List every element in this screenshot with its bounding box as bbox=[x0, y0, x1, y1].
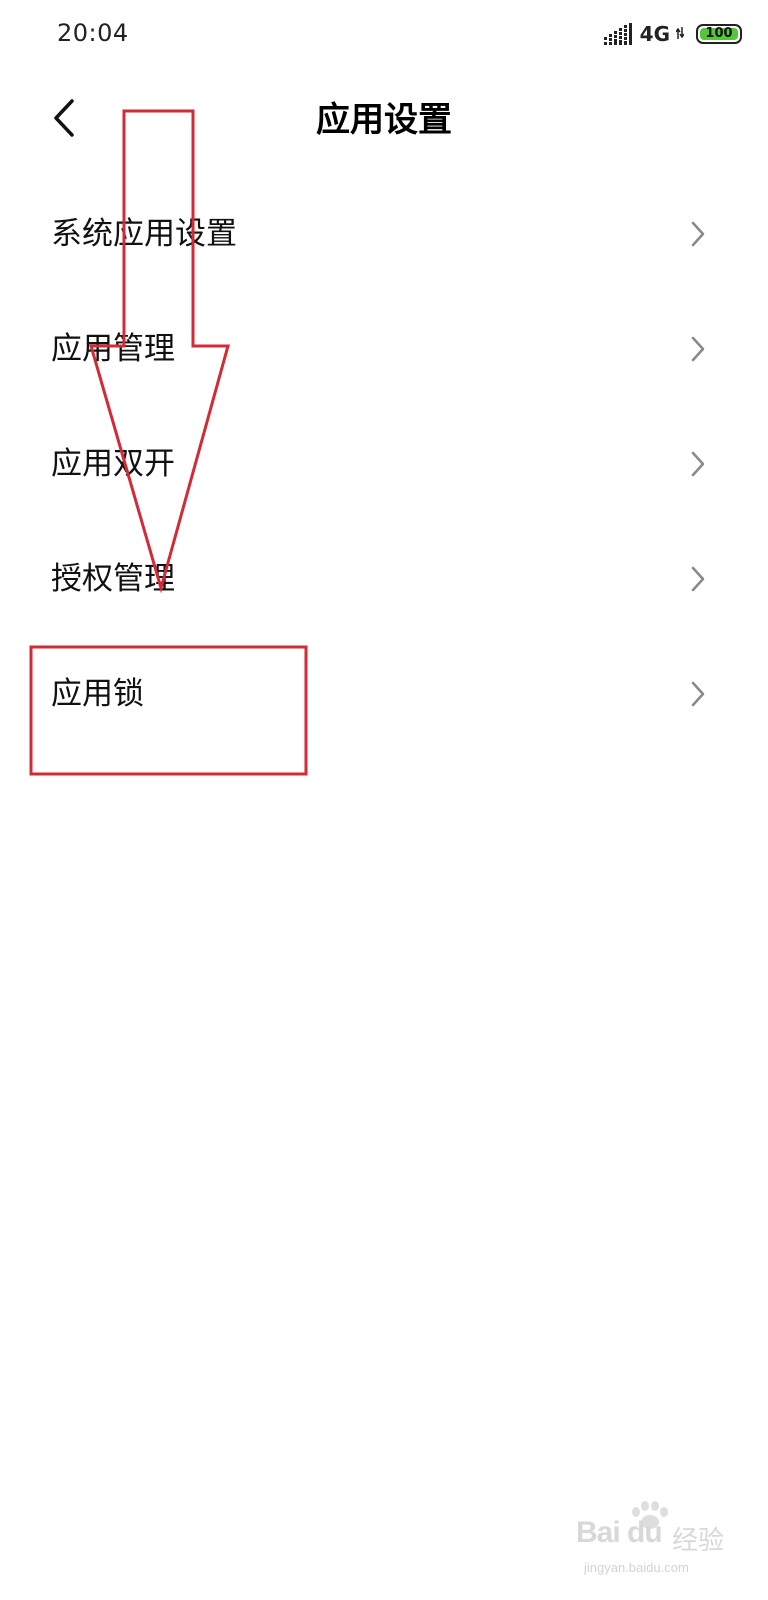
list-item-label: 系统应用设置 bbox=[51, 215, 237, 252]
data-activity-icon bbox=[675, 25, 685, 44]
chevron-right-icon bbox=[690, 680, 706, 708]
status-time: 20:04 bbox=[57, 19, 129, 47]
battery-icon: 100 bbox=[696, 24, 742, 44]
battery-level: 100 bbox=[705, 26, 733, 41]
list-item-system-app-settings[interactable]: 系统应用设置 bbox=[0, 176, 768, 291]
network-type: 4G bbox=[639, 22, 670, 46]
settings-list: 系统应用设置 应用管理 应用双开 授权管理 应用锁 bbox=[0, 176, 768, 751]
watermark-url: jingyan.baidu.com bbox=[584, 1560, 689, 1575]
status-bar: 20:04 4G 100 bbox=[0, 0, 768, 66]
watermark-brand-cn: 经验 bbox=[672, 1526, 725, 1556]
list-item-label: 授权管理 bbox=[51, 560, 175, 597]
app-header: 应用设置 bbox=[0, 80, 768, 160]
list-item-app-lock[interactable]: 应用锁 bbox=[0, 636, 768, 751]
list-item-app-management[interactable]: 应用管理 bbox=[0, 291, 768, 406]
list-item-dual-apps[interactable]: 应用双开 bbox=[0, 406, 768, 521]
chevron-right-icon bbox=[690, 450, 706, 478]
list-item-label: 应用管理 bbox=[51, 330, 175, 367]
signal-bars-icon bbox=[603, 23, 634, 45]
list-item-label: 应用双开 bbox=[51, 445, 175, 482]
chevron-right-icon bbox=[690, 335, 706, 363]
status-indicators: 4G 100 bbox=[603, 20, 742, 48]
chevron-right-icon bbox=[690, 565, 706, 593]
watermark-brand: Bai du bbox=[576, 1516, 663, 1549]
watermark-logo: Bai du 经验 jingyan.baidu.com bbox=[576, 1501, 746, 1586]
list-item-label: 应用锁 bbox=[51, 675, 144, 712]
page-title: 应用设置 bbox=[316, 100, 452, 140]
chevron-right-icon bbox=[690, 220, 706, 248]
list-item-permission-management[interactable]: 授权管理 bbox=[0, 521, 768, 636]
